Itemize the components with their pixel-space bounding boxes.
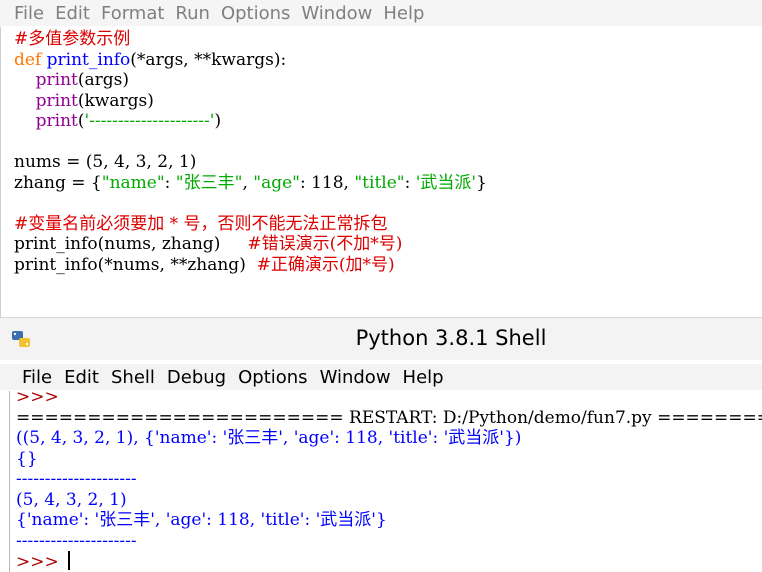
builtin-print: print: [35, 70, 78, 90]
def-keyword: def: [14, 49, 42, 70]
code-comment: #多值参数示例: [14, 29, 131, 49]
code-text: }: [476, 172, 487, 193]
editor-menu-help[interactable]: Help: [383, 3, 424, 24]
code-string: '武当派': [415, 172, 477, 193]
code-text: print_info(nums, zhang): [14, 234, 248, 254]
shell-menu-shell[interactable]: Shell: [111, 367, 155, 388]
shell-menu-help[interactable]: Help: [403, 367, 444, 388]
editor-menu-run[interactable]: Run: [175, 3, 210, 24]
code-text: nums = (5, 4, 3, 2, 1): [14, 152, 197, 172]
shell-prompt: >>>: [16, 552, 65, 572]
code-text: :: [164, 172, 176, 193]
code-string: '---------------------': [84, 111, 215, 131]
code-text: :: [404, 172, 416, 193]
code-string: "age": [253, 172, 300, 193]
code-comment: #正确演示(加*号): [256, 254, 395, 275]
shell-text[interactable]: >>> ======================= RESTART: D:/…: [16, 391, 762, 572]
output-line: {}: [16, 448, 38, 469]
editor-menu-options[interactable]: Options: [221, 3, 290, 24]
shell-output-area[interactable]: >>> ======================= RESTART: D:/…: [9, 391, 762, 572]
output-line: ((5, 4, 3, 2, 1), {'name': '张三丰', 'age':…: [16, 428, 522, 448]
code-comment: #变量名前必须要加 * 号，否则不能无法正常拆包: [14, 213, 388, 234]
code-string: "title": [354, 172, 405, 193]
output-line: {'name': '张三丰', 'age': 118, 'title': '武当…: [16, 510, 387, 530]
code-text: (*args, **kwargs):: [130, 49, 287, 70]
shell-menu-edit[interactable]: Edit: [64, 367, 99, 388]
output-line: ---------------------: [16, 530, 137, 551]
code-text: (kwargs): [77, 90, 154, 111]
editor-menu-format[interactable]: Format: [101, 3, 164, 24]
code-text: ): [214, 111, 222, 131]
window-title: Python 3.8.1 Shell: [355, 326, 547, 350]
code-text: print_info(*nums, **zhang): [14, 254, 257, 275]
editor-code[interactable]: #多值参数示例 def print_info(*args, **kwargs):…: [14, 29, 487, 275]
code-text: (: [77, 111, 85, 131]
shell-menu-file[interactable]: File: [22, 367, 52, 388]
code-editor[interactable]: #多值参数示例 def print_info(*args, **kwargs):…: [0, 27, 762, 317]
editor-menubar: File Edit Format Run Options Window Help: [0, 0, 762, 26]
editor-menu-edit[interactable]: Edit: [55, 3, 90, 24]
code-text: zhang = {: [14, 172, 102, 193]
text-cursor: [68, 551, 71, 570]
shell-menu-window[interactable]: Window: [320, 367, 391, 388]
code-text: : 118,: [299, 172, 355, 193]
code-string: "name": [101, 172, 165, 193]
code-comment: #错误演示(不加*号): [247, 234, 403, 254]
editor-menu-window[interactable]: Window: [301, 3, 372, 24]
builtin-print: print: [35, 111, 78, 131]
shell-menu-debug[interactable]: Debug: [167, 367, 226, 388]
builtin-print: print: [35, 90, 78, 111]
editor-menu-file[interactable]: File: [14, 3, 44, 24]
shell-prompt-partial: >>>: [16, 391, 59, 407]
code-string: "张三丰": [175, 172, 243, 193]
shell-titlebar[interactable]: Python 3.8.1 Shell: [0, 317, 762, 360]
output-line: ---------------------: [16, 469, 137, 489]
code-text: (args): [77, 70, 129, 90]
restart-line: ======================= RESTART: D:/Pyth…: [16, 407, 762, 428]
output-line: (5, 4, 3, 2, 1): [16, 489, 127, 510]
shell-menu-options[interactable]: Options: [238, 367, 307, 388]
code-text: ,: [242, 172, 254, 193]
function-name: print_info: [46, 49, 131, 70]
shell-menubar: File Edit Shell Debug Options Window Hel…: [0, 364, 762, 390]
